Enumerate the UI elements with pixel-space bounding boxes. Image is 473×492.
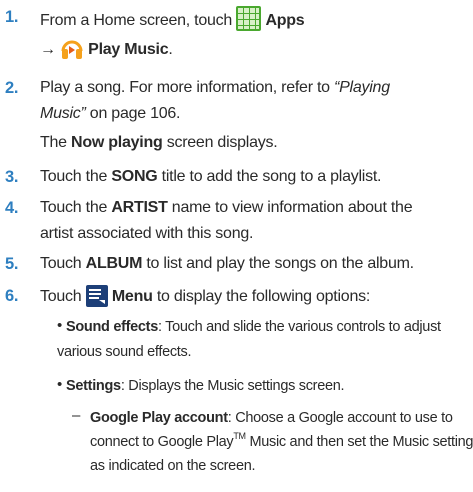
step-6-text: Touch Menu to display the following opti… (40, 285, 370, 314)
step-number: 6. (5, 287, 19, 305)
apps-grid-icon (236, 6, 262, 38)
step-number: 5. (5, 255, 19, 273)
arrow: → (40, 41, 56, 58)
suboption-line-1: Google Play account: Choose a Google acc… (90, 410, 453, 426)
apps-label: Apps (265, 12, 305, 29)
step-1-line-2: → Play Music. (40, 36, 173, 67)
step-number: 2. (5, 79, 19, 97)
option-settings-line: Settings: Displays the Music settings sc… (66, 378, 345, 394)
step-4-line-2: artist associated with this song. (40, 225, 254, 242)
step-5-text: Touch ALBUM to list and play the songs o… (40, 255, 414, 272)
instruction-page: 1. From a Home screen, touch Apps → Play… (0, 0, 473, 492)
step-2-result: The Now playing screen displays. (40, 134, 278, 151)
option-sound-effects-line-2: various sound effects. (57, 344, 192, 360)
suboption-line-2: connect to Google PlayTM Music and then … (90, 431, 473, 451)
step-2-line-1: Play a song. For more information, refer… (40, 79, 390, 96)
step-2-line-2: Music” on page 106. (40, 105, 181, 122)
menu-icon (85, 285, 108, 314)
suboption-line-3: as indicated on the screen. (90, 458, 256, 474)
step-number: 3. (5, 168, 19, 186)
step-1-line-1: From a Home screen, touch Apps (40, 6, 305, 38)
step-4-line-1: Touch the ARTIST name to view informatio… (40, 199, 413, 216)
step-number: 4. (5, 199, 19, 217)
play-music-label: Play Music (88, 41, 169, 58)
step-number: 1. (5, 8, 19, 26)
option-sound-effects-line-1: Sound effects: Touch and slide the vario… (66, 319, 441, 335)
headphones-icon (60, 36, 84, 67)
step-3-text: Touch the SONG title to add the song to … (40, 168, 382, 185)
